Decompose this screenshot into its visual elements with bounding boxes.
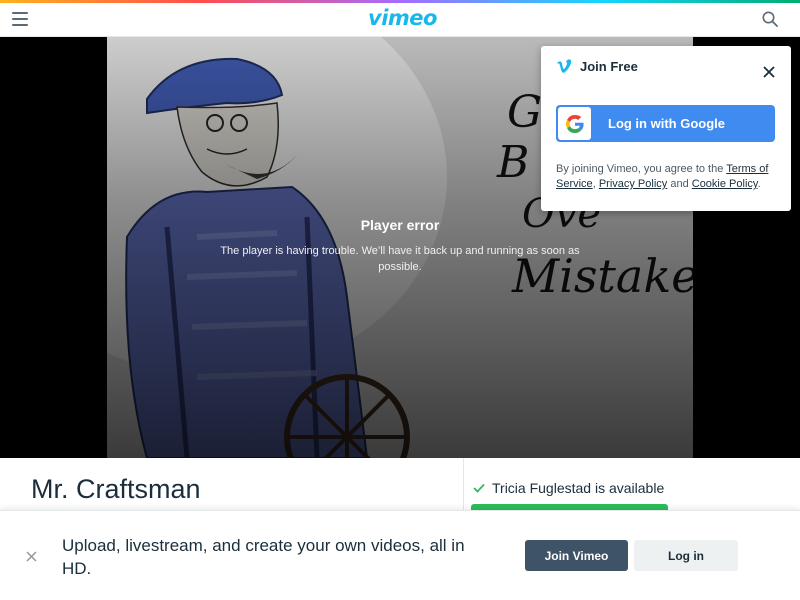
close-icon[interactable]	[26, 551, 37, 562]
login-button[interactable]: Log in	[634, 540, 738, 571]
availability-status: Tricia Fuglestad is available	[473, 480, 664, 496]
legal-text: By joining Vimeo, you agree to the Terms…	[556, 162, 781, 192]
availability-text: Tricia Fuglestad is available	[492, 480, 665, 496]
join-popup-header: Join Free	[556, 58, 638, 74]
banner-message: Upload, livestream, and create your own …	[62, 536, 465, 578]
join-popup-title: Join Free	[580, 58, 638, 74]
video-title: Mr. Craftsman	[31, 474, 201, 504]
close-icon[interactable]	[763, 66, 775, 78]
search-icon[interactable]	[762, 11, 778, 27]
cookie-link[interactable]: Cookie Policy	[692, 178, 758, 190]
join-free-popup: Join Free Log in with Google By joining …	[541, 46, 791, 211]
google-icon	[565, 114, 584, 133]
vimeo-logo[interactable]: vimeo	[368, 6, 437, 30]
top-navigation-bar: vimeo	[0, 0, 800, 37]
hamburger-menu-icon[interactable]	[12, 12, 28, 26]
google-icon-box	[558, 107, 591, 140]
player-error-message: The player is having trouble. We’ll have…	[220, 245, 580, 273]
check-icon	[473, 483, 485, 493]
rainbow-accent-strip	[0, 0, 800, 3]
signup-banner: Upload, livestream, and create your own …	[0, 510, 800, 600]
player-error-box: Player error The player is having troubl…	[107, 217, 693, 275]
legal-prefix: By joining Vimeo, you agree to the	[556, 163, 727, 175]
google-login-label: Log in with Google	[608, 116, 725, 131]
privacy-link[interactable]: Privacy Policy	[599, 178, 667, 190]
vimeo-v-icon	[557, 59, 572, 73]
google-login-button[interactable]: Log in with Google	[556, 105, 775, 142]
join-vimeo-button[interactable]: Join Vimeo	[525, 540, 628, 571]
details-divider	[463, 458, 464, 518]
legal-period: .	[757, 178, 761, 190]
legal-and: and	[667, 178, 692, 190]
player-error-title: Player error	[360, 217, 440, 233]
